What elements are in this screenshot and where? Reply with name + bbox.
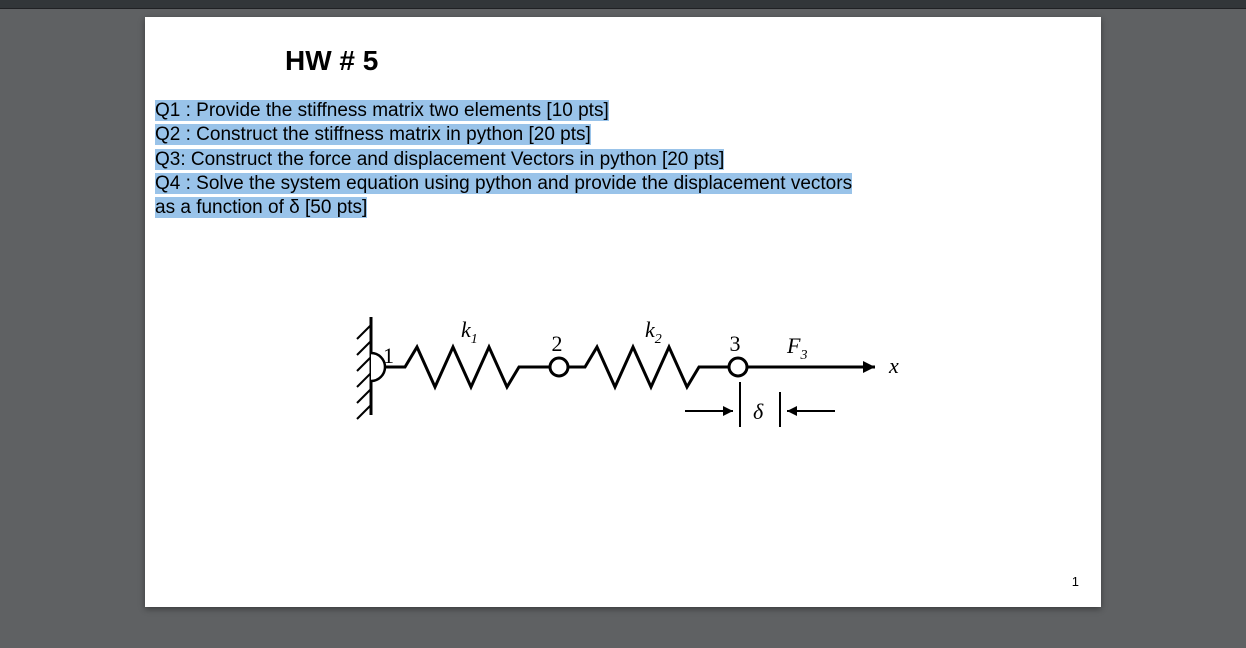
question-3: Q3: Construct the force and displacement…: [155, 149, 724, 170]
spring-2-label: k2: [645, 317, 662, 347]
node-2-label: 2: [552, 331, 563, 356]
question-4-line2: as a function of δ [50 pts]: [155, 197, 367, 218]
question-1: Q1 : Provide the stiffness matrix two el…: [155, 100, 609, 121]
spring-1-label: k1: [461, 317, 478, 347]
delta-label: δ: [753, 399, 764, 424]
pdf-viewer-toolbar-edge: [0, 0, 1246, 9]
node-1-label: 1: [383, 343, 394, 368]
question-4-line1: Q4 : Solve the system equation using pyt…: [155, 173, 852, 194]
page-viewport: HW # 5 Q1 : Provide the stiffness matrix…: [0, 9, 1246, 607]
page-title: HW # 5: [285, 45, 1101, 77]
page-number: 1: [1072, 574, 1079, 589]
document-page: HW # 5 Q1 : Provide the stiffness matrix…: [145, 17, 1101, 607]
force-label: F3: [786, 333, 807, 363]
spring-system-figure: 1 2 3 k1 k2 F3 x δ: [335, 297, 915, 467]
question-2: Q2 : Construct the stiffness matrix in p…: [155, 124, 591, 145]
question-list: Q1 : Provide the stiffness matrix two el…: [155, 99, 1091, 221]
x-axis-label: x: [888, 353, 899, 378]
node-3-label: 3: [730, 331, 741, 356]
